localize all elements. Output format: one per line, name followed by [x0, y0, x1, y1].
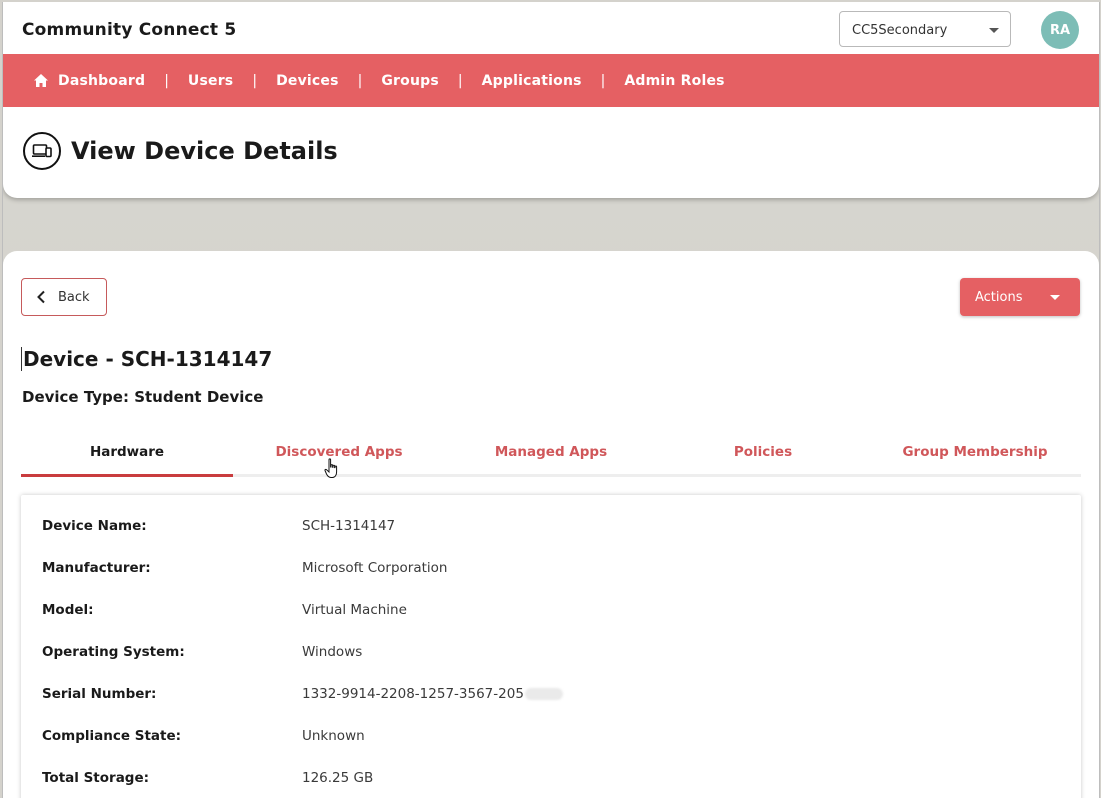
- hardware-details-panel: Device Name: SCH-1314147 Manufacturer: M…: [21, 495, 1081, 798]
- hand-cursor-icon: [324, 458, 338, 478]
- nav-item-devices[interactable]: Devices: [276, 73, 339, 89]
- page-title: View Device Details: [71, 137, 338, 165]
- detail-value: Windows: [302, 644, 363, 660]
- detail-label: Device Name:: [42, 518, 147, 534]
- nav-item-users[interactable]: Users: [188, 73, 233, 89]
- detail-value: Virtual Machine: [302, 602, 407, 618]
- tenant-select-value: CC5Secondary: [852, 23, 948, 38]
- detail-label: Manufacturer:: [42, 560, 151, 576]
- back-button[interactable]: Back: [21, 278, 107, 316]
- detail-label: Model:: [42, 602, 94, 618]
- nav-separator: |: [457, 72, 463, 89]
- app-header: Community Connect 5 CC5Secondary RA Dash…: [3, 2, 1099, 198]
- device-heading: Device - SCH-1314147: [21, 347, 273, 371]
- detail-label: Operating System:: [42, 644, 185, 660]
- nav-item-admin-roles[interactable]: Admin Roles: [624, 73, 724, 89]
- actions-dropdown-button[interactable]: Actions: [960, 278, 1080, 316]
- nav-item-dashboard[interactable]: Dashboard: [33, 73, 145, 89]
- nav-separator: |: [252, 72, 258, 89]
- detail-value: Microsoft Corporation: [302, 560, 448, 576]
- avatar[interactable]: RA: [1041, 11, 1079, 49]
- tab-group-membership[interactable]: Group Membership: [869, 434, 1081, 474]
- tab-hardware[interactable]: Hardware: [21, 434, 233, 477]
- tenant-select[interactable]: CC5Secondary: [839, 11, 1011, 47]
- chevron-down-icon: [989, 28, 999, 33]
- device-icon: [23, 132, 61, 170]
- nav-item-applications[interactable]: Applications: [482, 73, 582, 89]
- back-button-label: Back: [58, 289, 90, 305]
- page-header: View Device Details: [23, 132, 338, 170]
- chevron-left-icon: [37, 290, 45, 304]
- device-type: Device Type: Student Device: [22, 388, 264, 406]
- app-title: Community Connect 5: [22, 20, 237, 40]
- detail-label: Serial Number:: [42, 686, 157, 702]
- nav-item-groups[interactable]: Groups: [381, 73, 439, 89]
- detail-value-wrap: 1332-9914-2208-1257-3567-205: [302, 686, 563, 702]
- nav-separator: |: [164, 72, 169, 89]
- detail-value: SCH-1314147: [302, 518, 396, 534]
- app-window: Community Connect 5 CC5Secondary RA Dash…: [2, 2, 1100, 798]
- nav-separator: |: [600, 72, 606, 89]
- detail-value: 126.25 GB: [302, 770, 374, 786]
- nav-separator: |: [357, 72, 363, 89]
- tab-managed-apps[interactable]: Managed Apps: [445, 434, 657, 474]
- chevron-down-icon: [1050, 295, 1060, 300]
- nav-item-label: Dashboard: [58, 72, 146, 89]
- home-icon: [34, 73, 48, 87]
- device-detail-card: Back Actions Device - SCH-1314147 Device…: [3, 251, 1099, 798]
- detail-tabs: Hardware Discovered Apps Managed Apps Po…: [21, 434, 1081, 477]
- detail-label: Compliance State:: [42, 728, 182, 744]
- detail-label: Total Storage:: [42, 770, 150, 786]
- actions-button-label: Actions: [975, 289, 1023, 305]
- detail-value: Unknown: [302, 728, 365, 744]
- tab-policies[interactable]: Policies: [657, 434, 869, 474]
- detail-value: 1332-9914-2208-1257-3567-205: [302, 686, 524, 702]
- redacted-mask: [524, 688, 563, 700]
- main-nav: Dashboard | Users | Devices | Groups | A…: [3, 54, 1099, 107]
